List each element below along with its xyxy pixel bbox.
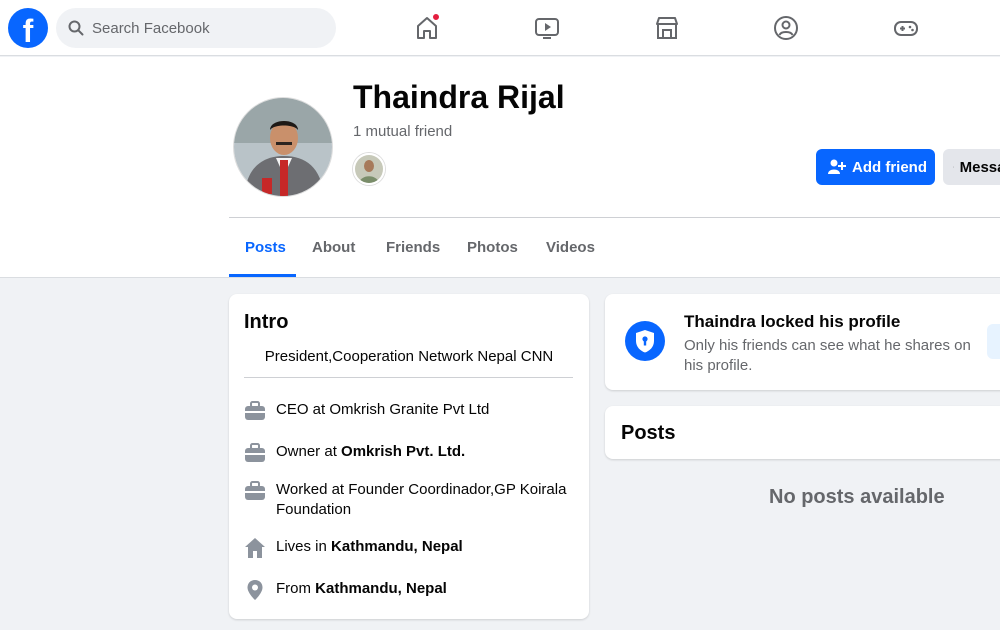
- tab-videos[interactable]: Videos: [546, 239, 595, 256]
- home-nav-icon[interactable]: [413, 13, 441, 42]
- locked-title: Thaindra locked his profile: [684, 312, 901, 331]
- profile-avatar[interactable]: [233, 97, 333, 197]
- header-divider: [229, 217, 1000, 218]
- mutual-friends-link[interactable]: 1 mutual friend: [353, 123, 452, 140]
- groups-nav-icon[interactable]: [772, 14, 800, 42]
- facebook-logo[interactable]: f: [8, 8, 48, 48]
- message-label: Message: [959, 158, 1000, 176]
- briefcase-icon: [245, 481, 265, 500]
- top-navbar: f: [0, 0, 1000, 56]
- hometown-link[interactable]: Kathmandu, Nepal: [315, 580, 447, 597]
- locked-subtitle: Only his friends can see what he shares …: [684, 337, 971, 374]
- active-tab-indicator: [229, 274, 296, 277]
- profile-header: Thaindra Rijal 1 mutual friend Add frien…: [0, 57, 1000, 278]
- shield-lock-icon: [625, 321, 665, 361]
- no-posts-message: No posts available: [769, 486, 945, 508]
- briefcase-icon: [245, 443, 265, 462]
- add-person-icon: [828, 159, 846, 174]
- posts-title: Posts: [621, 422, 676, 444]
- intro-bio: President,Cooperation Network Nepal CNN: [264, 348, 554, 365]
- messenger-icon: [953, 166, 954, 168]
- intro-title: Intro: [244, 311, 289, 333]
- message-button[interactable]: Message: [943, 149, 1000, 185]
- locked-profile-card: Thaindra locked his profile Only his fri…: [605, 294, 1000, 390]
- tab-posts[interactable]: Posts: [245, 239, 286, 256]
- mutual-friend-avatar[interactable]: [353, 153, 385, 185]
- lives-in-link[interactable]: Kathmandu, Nepal: [331, 538, 463, 555]
- briefcase-icon: [245, 401, 265, 420]
- search-box[interactable]: [56, 8, 336, 48]
- learn-more-button[interactable]: [987, 324, 1000, 359]
- add-friend-label: Add friend: [852, 158, 927, 176]
- marketplace-nav-icon[interactable]: [653, 14, 681, 42]
- search-icon: [68, 20, 84, 36]
- search-input[interactable]: [92, 8, 328, 48]
- gaming-nav-icon[interactable]: [892, 14, 920, 42]
- posts-card: Posts: [605, 406, 1000, 459]
- intro-card: Intro President,Cooperation Network Nepa…: [229, 294, 589, 619]
- location-pin-icon: [247, 580, 263, 600]
- workplace-link[interactable]: Omkrish Pvt. Ltd.: [341, 443, 465, 460]
- add-friend-button[interactable]: Add friend: [816, 149, 935, 185]
- profile-name: Thaindra Rijal: [353, 79, 565, 115]
- home-icon: [245, 538, 265, 558]
- tab-photos[interactable]: Photos: [467, 239, 518, 256]
- intro-divider: [244, 377, 573, 378]
- notification-dot: [432, 13, 440, 21]
- video-nav-icon[interactable]: [533, 14, 561, 42]
- tab-friends[interactable]: Friends: [386, 239, 440, 256]
- tab-about[interactable]: About: [312, 239, 355, 256]
